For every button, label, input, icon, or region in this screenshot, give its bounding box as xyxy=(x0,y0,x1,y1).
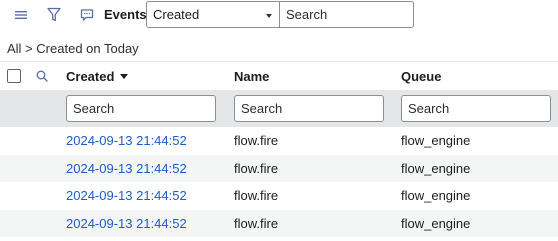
search-field-select[interactable]: Created xyxy=(146,1,280,28)
name-filter-input[interactable] xyxy=(234,95,384,122)
queue-filter-input[interactable] xyxy=(401,95,551,122)
list-title: Events xyxy=(104,7,147,22)
sort-descending-icon xyxy=(120,74,129,79)
search-icon[interactable] xyxy=(35,69,49,86)
column-header-label: Name xyxy=(234,69,270,84)
queue-cell: flow_engine xyxy=(401,133,471,148)
created-link[interactable]: 2024-09-13 21:44:52 xyxy=(66,133,187,148)
name-cell: flow.fire xyxy=(234,133,279,148)
search-field-select-value: Created xyxy=(153,7,200,22)
table-row: 2024-09-13 21:44:52 flow.fire flow_engin… xyxy=(0,182,558,210)
breadcrumb-separator: > xyxy=(25,41,33,56)
menu-icon[interactable] xyxy=(12,6,30,24)
column-header-label: Queue xyxy=(401,69,442,84)
chevron-down-icon xyxy=(266,14,272,18)
breadcrumb-current[interactable]: Created on Today xyxy=(36,41,138,56)
table-header: Created Name Queue xyxy=(0,61,558,90)
list-toolbar: Events Created xyxy=(0,0,558,31)
column-header-created[interactable]: Created xyxy=(66,69,129,84)
queue-cell: flow_engine xyxy=(401,160,471,176)
queue-cell: flow_engine xyxy=(401,188,471,203)
breadcrumb-root[interactable]: All xyxy=(7,41,21,56)
filter-icon[interactable] xyxy=(45,6,63,24)
created-filter-input[interactable] xyxy=(66,95,216,122)
created-link[interactable]: 2024-09-13 21:44:52 xyxy=(66,216,187,231)
name-cell: flow.fire xyxy=(234,215,279,231)
column-filter-row xyxy=(0,90,558,127)
select-all-checkbox[interactable] xyxy=(7,69,21,83)
chat-icon[interactable] xyxy=(78,6,96,24)
queue-cell: flow_engine xyxy=(401,215,471,231)
column-header-label: Created xyxy=(66,69,115,84)
created-link[interactable]: 2024-09-13 21:44:52 xyxy=(66,161,187,176)
breadcrumb: All > Created on Today xyxy=(7,41,139,56)
column-header-queue[interactable]: Queue xyxy=(401,69,441,84)
table-row: 2024-09-13 21:44:52 flow.fire flow_engin… xyxy=(0,127,558,155)
column-header-name[interactable]: Name xyxy=(234,69,269,84)
name-cell: flow.fire xyxy=(234,160,279,176)
list-search-input[interactable] xyxy=(280,1,414,28)
created-link[interactable]: 2024-09-13 21:44:52 xyxy=(66,188,187,203)
name-cell: flow.fire xyxy=(234,188,279,203)
table-row: 2024-09-13 21:44:52 flow.fire flow_engin… xyxy=(0,154,558,182)
table-body: 2024-09-13 21:44:52 flow.fire flow_engin… xyxy=(0,127,558,237)
table-row: 2024-09-13 21:44:52 flow.fire flow_engin… xyxy=(0,209,558,237)
